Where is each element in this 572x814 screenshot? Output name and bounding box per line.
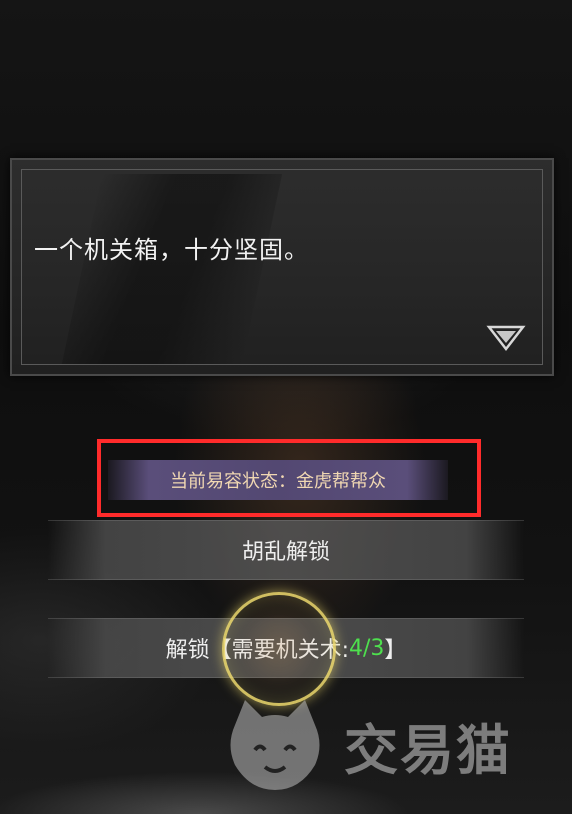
disguise-status-badge: 当前易容状态：金虎帮帮众: [108, 460, 448, 500]
option-random-unlock-button[interactable]: 胡乱解锁: [48, 520, 524, 580]
watermark-text: 交易猫: [344, 718, 512, 782]
dialog-text: 一个机关箱，十分坚固。: [34, 236, 309, 264]
down-triangle-icon[interactable]: [486, 324, 526, 352]
dialog-box[interactable]: 一个机关箱，十分坚固。: [10, 158, 554, 376]
cat-face-logo-icon: [230, 700, 320, 790]
tap-indicator-ring: [222, 592, 336, 706]
option-label-suffix: 】: [384, 638, 407, 663]
game-scene: 一个机关箱，十分坚固。 当前易容状态：金虎帮帮众 胡乱解锁 解锁【需要机关术:4…: [0, 0, 572, 814]
brush-stroke-decoration: [61, 174, 283, 364]
skill-requirement-value: 4/3: [349, 635, 385, 661]
watermark: 交易猫: [220, 690, 550, 800]
option-label: 胡乱解锁: [241, 540, 330, 565]
disguise-status-label: 当前易容状态：金虎帮帮众: [170, 471, 386, 492]
